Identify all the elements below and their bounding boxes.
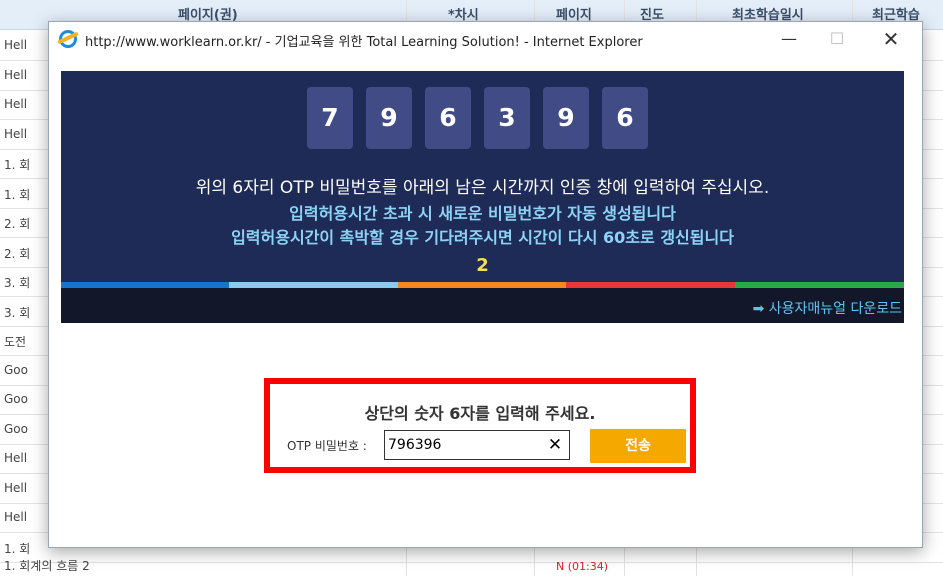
otp-prompt: 상단의 숫자 6자를 입력해 주세요. bbox=[364, 404, 596, 423]
instruction-text: 위의 6자리 OTP 비밀번호를 아래의 남은 시간까지 인증 창에 입력하여 … bbox=[195, 178, 770, 198]
table-row-label: Hell bbox=[4, 451, 28, 465]
otp-input-label: OTP 비밀번호 : bbox=[287, 439, 367, 453]
otp-digit: 3 bbox=[484, 87, 530, 149]
table-row-label: 3. 회 bbox=[4, 276, 31, 290]
title-bar[interactable]: http://www.worklearn.or.kr/ - 기업교육을 위한 T… bbox=[49, 22, 922, 58]
table-row-label: Goo bbox=[4, 421, 28, 436]
internet-explorer-icon bbox=[59, 30, 77, 48]
table-row-label: Goo bbox=[4, 392, 28, 406]
maximize-button[interactable]: ☐ bbox=[817, 26, 857, 52]
table-row-label: 도전 bbox=[4, 335, 27, 349]
countdown-timer: 2 bbox=[476, 255, 489, 276]
table-row-label: 2. 회 bbox=[4, 246, 31, 261]
timeout-notice: 입력허용시간 초과 시 새로운 비밀번호가 자동 생성됩니다 bbox=[289, 204, 676, 223]
table-row-label: Hell bbox=[4, 510, 28, 524]
manual-download-link[interactable]: ➡ 사용자매뉴얼 다운로드 bbox=[753, 298, 902, 318]
clear-input-icon[interactable]: ✕ bbox=[542, 431, 568, 459]
window-title: http://www.worklearn.or.kr/ - 기업교육을 위한 T… bbox=[85, 35, 643, 50]
table-row-label: 3. 회 bbox=[4, 305, 31, 320]
table-row-label: 2. 회 bbox=[4, 217, 31, 231]
otp-digit: 6 bbox=[602, 87, 648, 149]
refresh-notice: 입력허용시간이 촉박할 경우 기다려주시면 시간이 다시 60초로 갱신됩니다 bbox=[231, 228, 734, 247]
table-row-label: Hell bbox=[4, 97, 28, 111]
table-row-label: Goo bbox=[4, 362, 28, 377]
submit-button[interactable]: 전송 bbox=[590, 429, 686, 463]
otp-digit: 9 bbox=[543, 87, 589, 149]
table-row-label: 1. 회 bbox=[4, 187, 31, 202]
status-text: N (01:34) bbox=[556, 560, 609, 573]
close-button[interactable]: ✕ bbox=[871, 26, 911, 52]
otp-digit: 6 bbox=[425, 87, 471, 149]
minimize-button[interactable]: — bbox=[769, 26, 809, 52]
otp-digit: 7 bbox=[307, 87, 353, 149]
table-row-label: Hell bbox=[4, 38, 28, 52]
otp-digit: 9 bbox=[366, 87, 412, 149]
otp-digits: 7 9 6 3 9 6 bbox=[307, 87, 648, 149]
table-row-label: Hell bbox=[4, 67, 28, 82]
otp-banner: 7 9 6 3 9 6 위의 6자리 OTP 비밀번호를 아래의 남은 시간까지… bbox=[61, 71, 904, 323]
ie-popup-window: http://www.worklearn.or.kr/ - 기업교육을 위한 T… bbox=[48, 21, 923, 548]
download-bar: ➡ 사용자매뉴얼 다운로드 bbox=[61, 288, 904, 323]
table-row-label: 1. 회계의 흐름 2 bbox=[4, 559, 90, 573]
otp-input-panel: 상단의 숫자 6자를 입력해 주세요. OTP 비밀번호 : ✕ 전송 bbox=[264, 378, 696, 473]
table-row-label: 1. 회 bbox=[4, 158, 31, 172]
table-row-label: 1. 회 bbox=[4, 541, 31, 556]
table-row-label: Hell bbox=[4, 126, 28, 141]
table-row-label: Hell bbox=[4, 480, 28, 495]
